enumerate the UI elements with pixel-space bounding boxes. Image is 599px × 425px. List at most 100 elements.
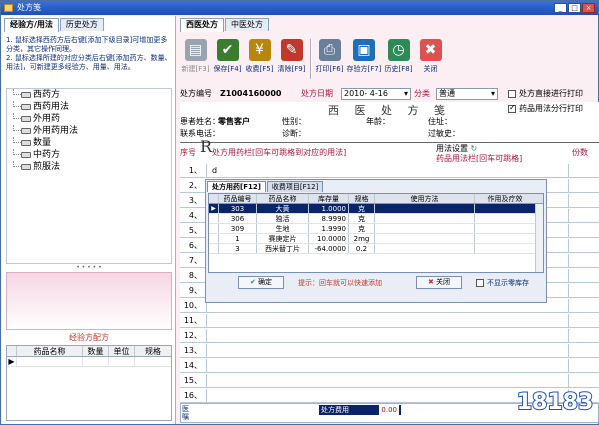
- popup-footer: ✔ 确定 提示：回车就可以快速添加 ✖ 关闭 不显示零库存: [208, 276, 544, 290]
- recipe-tree[interactable]: 西药方 西药用法 外用药 外用药用法 数量 中药方 煎服法: [6, 88, 172, 264]
- popup-close-button[interactable]: ✖ 关闭: [416, 276, 462, 289]
- category-select[interactable]: 普通 ▾: [436, 88, 498, 100]
- tab-rx-drugs[interactable]: 处方用药[F12]: [207, 181, 266, 192]
- history-button[interactable]: ◷ 历史[F8]: [383, 35, 414, 83]
- split-print-checkbox[interactable]: 药品用法分行打印: [508, 103, 583, 114]
- category-label: 分类: [414, 89, 430, 98]
- fee-value: 0.00: [379, 405, 399, 415]
- recipe-grid-title: 经验方配方: [69, 333, 109, 342]
- book-icon: [21, 152, 31, 158]
- book-icon: [21, 116, 31, 122]
- instruction-text: 1. 鼠标选择西药方后右键[添加下级目录]可增加更多分类，其它操作同理。 2. …: [6, 36, 172, 71]
- maximize-icon[interactable]: □: [568, 3, 581, 13]
- fee-bar: 处方费用 0.00: [319, 405, 401, 415]
- drug-picker-popup: 处方用药[F12] 收费项目[F12] 药品编号 药品名称 库存量 规格 使用方…: [205, 179, 547, 303]
- clear-button[interactable]: ✎ 清除[F9]: [276, 35, 307, 83]
- drug-table[interactable]: 药品编号 药品名称 库存量 规格 使用方法 作用及疗效 ▶ 303 大黄 1.0…: [208, 193, 544, 273]
- chevron-down-icon: ▾: [490, 89, 495, 98]
- window-title: 处方笺: [17, 3, 41, 12]
- empty-panel: [6, 272, 172, 330]
- book-icon: [21, 128, 31, 134]
- rx-number-label: 处方编号: [180, 89, 212, 98]
- remark-label: 医嘱: [182, 405, 189, 421]
- book-icon: [21, 140, 31, 146]
- prescription-paper: 西 医 处 方 笺 药品用法分行打印 患者姓名： 零售客户 性别： 年龄： 住址…: [180, 102, 599, 403]
- close-window-icon[interactable]: ×: [582, 3, 595, 13]
- table-row[interactable]: 11、: [180, 314, 599, 328]
- tree-item-western-usage[interactable]: 西药用法: [7, 101, 171, 113]
- tree-item-western[interactable]: 西药方: [7, 89, 171, 101]
- splitter-handle[interactable]: • • • • •: [6, 265, 172, 271]
- store-recipe-button[interactable]: ▣ 存验方[F7]: [346, 35, 382, 83]
- tree-item-decoction[interactable]: 煎服法: [7, 161, 171, 173]
- fee-label: 处方费用: [321, 406, 349, 414]
- tree-item-chinese[interactable]: 中药方: [7, 149, 171, 161]
- table-row[interactable]: 306 独活 8.9990 克: [209, 214, 543, 224]
- printer-icon: ⎙: [318, 39, 341, 61]
- app-icon: [4, 4, 13, 12]
- clear-icon: ✎: [280, 39, 303, 61]
- hide-zero-stock-checkbox[interactable]: 不显示零库存: [476, 276, 529, 290]
- close-icon: ✖: [419, 39, 442, 61]
- store-recipe-icon: ▣: [353, 39, 375, 61]
- table-row[interactable]: ▶ 303 大黄 1.0000 克: [209, 204, 543, 214]
- title-bar: 处方笺 _ □ ×: [1, 1, 598, 15]
- save-icon: ✔: [216, 39, 239, 61]
- tree-item-external-usage[interactable]: 外用药用法: [7, 125, 171, 137]
- patient-info: 患者姓名： 零售客户 性别： 年龄： 住址： 联系电话： 诊断： 过敏史：: [180, 116, 460, 138]
- recipe-grid-header: 药品名称 数量 单位 规格: [7, 346, 171, 357]
- tab-fee-items[interactable]: 收费项目[F12]: [266, 181, 324, 192]
- new-button[interactable]: ▤ 新建[F3]: [180, 35, 211, 83]
- rx-header: 处方编号 Z1004160000 处方日期 2010- 4-16 ▾ 分类 普通 ▾…: [178, 87, 599, 101]
- drug-table-header: 药品编号 药品名称 库存量 规格 使用方法 作用及疗效: [209, 194, 543, 204]
- history-icon: ◷: [387, 39, 410, 61]
- left-panel: 经验方/用法 历史处方 1. 鼠标选择西药方后右键[添加下级目录]可增加更多分类…: [2, 16, 176, 425]
- save-button[interactable]: ✔ 保存[F4]: [212, 35, 243, 83]
- table-row[interactable]: 1 赛庚定片 10.0000 2mg: [209, 234, 543, 244]
- refresh-icon: ↻: [470, 144, 478, 153]
- tab-chinese-rx[interactable]: 中医处方: [225, 18, 269, 31]
- check-icon: ✔: [249, 278, 256, 286]
- toolbar: ▤ 新建[F3] ✔ 保存[F4] ¥ 收费[F5] ✎ 清除[F9] ⎙ 打印[F6] …: [178, 33, 599, 85]
- fee-button[interactable]: ¥ 收费[F5]: [244, 35, 275, 83]
- table-row[interactable]: 13、: [180, 344, 599, 358]
- table-row[interactable]: 12、: [180, 329, 599, 343]
- instructions: 1. 鼠标选择西药方后右键[添加下级目录]可增加更多分类，其它操作同理。 2. …: [6, 36, 172, 72]
- book-icon: [21, 164, 31, 170]
- usage-setting-button[interactable]: 用法设置 ↻: [436, 144, 477, 154]
- minimize-icon[interactable]: _: [554, 3, 567, 13]
- recipe-grid[interactable]: 药品名称 数量 单位 规格 ▶: [6, 345, 172, 421]
- patient-name[interactable]: 零售客户: [218, 116, 250, 128]
- close-icon: ✖: [427, 278, 434, 286]
- rx-column-header: 序号 R 处方用药栏[回车可跳格到对应的用法] 用法设置 ↻ 药品用法栏[回车可…: [180, 137, 588, 164]
- tree-item-external[interactable]: 外用药: [7, 113, 171, 125]
- watermark-logo: 18183: [515, 381, 595, 421]
- table-row[interactable]: 14、: [180, 359, 599, 373]
- tab-history[interactable]: 历史处方: [59, 18, 104, 31]
- rx-symbol: R: [200, 137, 213, 156]
- logo-text: 18183: [517, 390, 594, 415]
- new-document-icon: ▤: [184, 39, 207, 61]
- tree-item-quantity[interactable]: 数量: [7, 137, 171, 149]
- print-button[interactable]: ⎙ 打印[F6]: [314, 35, 345, 83]
- book-icon: [21, 92, 31, 98]
- prescription-window: 处方笺 _ □ × 经验方/用法 历史处方 1. 鼠标选择西药方后右键[添加下级…: [0, 0, 599, 425]
- direct-print-checkbox[interactable]: 处方直接进行打印: [508, 87, 583, 101]
- table-row[interactable]: ▶: [7, 357, 171, 367]
- tab-western-rx[interactable]: 西医处方: [180, 18, 224, 32]
- table-row[interactable]: 309 生地 1.9990 克: [209, 224, 543, 234]
- fee-icon: ¥: [248, 39, 271, 61]
- rx-date-label: 处方日期: [301, 89, 333, 98]
- rx-date-field[interactable]: 2010- 4-16 ▾: [341, 88, 411, 100]
- table-row[interactable]: 3 西米替丁片 -64.0000 0.2: [209, 244, 543, 254]
- ok-button[interactable]: ✔ 确定: [238, 276, 284, 289]
- scrollbar[interactable]: [535, 204, 543, 272]
- hint-text: 提示：回车就可以快速添加: [298, 279, 382, 287]
- tab-experience[interactable]: 经验方/用法: [4, 18, 59, 32]
- rx-number: Z1004160000: [220, 89, 282, 98]
- chevron-down-icon: ▾: [403, 89, 408, 98]
- table-row[interactable]: 1、 d: [180, 164, 599, 178]
- right-panel: 西医处方 中医处方 ▤ 新建[F3] ✔ 保存[F4] ¥ 收费[F5] ✎ 清除[F9…: [178, 16, 599, 424]
- close-button[interactable]: ✖ 关闭: [415, 35, 446, 83]
- book-icon: [21, 104, 31, 110]
